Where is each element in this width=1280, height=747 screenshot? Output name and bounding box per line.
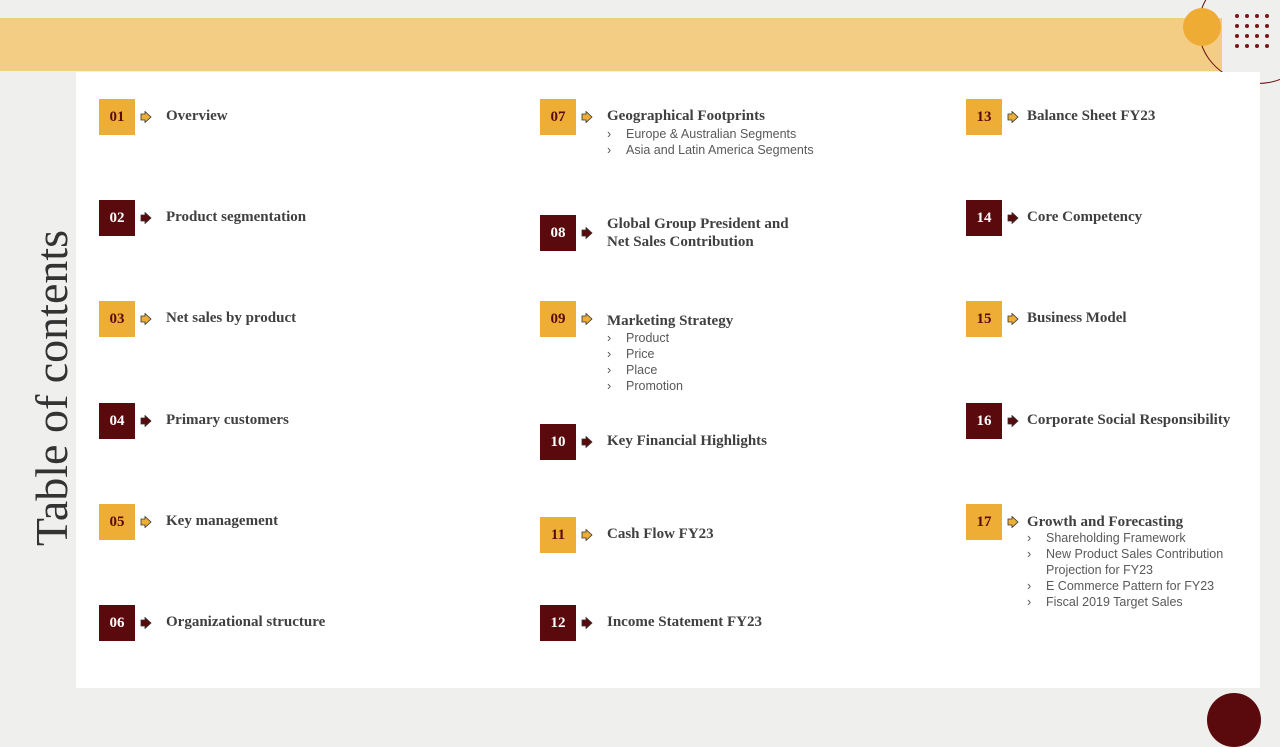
item-title: Cash Flow FY23 xyxy=(607,526,714,542)
item-number-badge: 03 xyxy=(99,301,135,337)
page-title: Table of contents xyxy=(26,229,77,547)
item-title: Corporate Social Responsibility xyxy=(1027,412,1231,428)
subitem-list: › Shareholding Framework › New Product Sal… xyxy=(1027,530,1223,610)
item-number-badge: 05 xyxy=(99,504,135,540)
item-number-badge: 10 xyxy=(540,424,576,460)
arrow-right-icon xyxy=(581,227,593,239)
arrow-right-icon xyxy=(581,436,593,448)
item-number-badge: 13 xyxy=(966,99,1002,135)
arrow-right-icon xyxy=(581,529,593,541)
item-title: Organizational structure xyxy=(166,614,326,630)
item-title: Growth and Forecasting xyxy=(1027,514,1184,530)
chevron-right-icon: › xyxy=(1027,595,1032,609)
arrow-right-icon xyxy=(581,313,593,325)
item-title: Overview xyxy=(166,108,228,124)
subitem-list: › Europe & Australian Segments › Asia and … xyxy=(607,126,814,158)
decorative-circle xyxy=(1183,8,1221,46)
chevron-right-icon: › xyxy=(607,379,612,393)
arrow-right-icon xyxy=(140,516,152,528)
arrow-right-icon xyxy=(140,617,152,629)
subitem: › Fiscal 2019 Target Sales xyxy=(1027,595,1183,609)
item-number-badge: 04 xyxy=(99,403,135,439)
item-number-badge: 02 xyxy=(99,200,135,236)
chevron-right-icon: › xyxy=(1027,531,1032,545)
item-title: Income Statement FY23 xyxy=(607,614,762,630)
top-banner xyxy=(0,18,1222,71)
arrow-right-icon xyxy=(581,617,593,629)
chevron-right-icon: › xyxy=(607,331,612,345)
item-number-badge: 14 xyxy=(966,200,1002,236)
item-title: Net sales by product xyxy=(166,310,297,326)
subitem: › E Commerce Pattern for FY23 xyxy=(1027,579,1215,593)
item-number-badge: 16 xyxy=(966,403,1002,439)
item-title: Product segmentation xyxy=(166,209,307,225)
arrow-right-icon xyxy=(1007,111,1019,123)
chevron-right-icon: › xyxy=(607,143,612,157)
arrow-right-icon xyxy=(140,212,152,224)
item-title: Key Financial Highlights xyxy=(607,433,768,449)
subitem: › Price xyxy=(607,347,655,361)
item-number-badge: 01 xyxy=(99,99,135,135)
item-title: Global Group President and Net Sales Con… xyxy=(607,216,789,250)
chevron-right-icon: › xyxy=(1027,547,1032,561)
item-title: Core Competency xyxy=(1027,209,1143,225)
chevron-right-icon: › xyxy=(607,347,612,361)
chevron-right-icon: › xyxy=(607,363,612,377)
chevron-right-icon: › xyxy=(607,127,612,141)
item-title: Marketing Strategy xyxy=(607,313,734,329)
arrow-right-icon xyxy=(140,415,152,427)
decorative-circle-bottom xyxy=(1207,693,1261,747)
item-number-badge: 12 xyxy=(540,605,576,641)
arrow-right-icon xyxy=(140,111,152,123)
item-title: Balance Sheet FY23 xyxy=(1027,108,1156,124)
subitem: › Shareholding Framework xyxy=(1027,531,1186,545)
item-number-badge: 11 xyxy=(540,517,576,553)
item-title: Key management xyxy=(166,513,279,529)
arrow-right-icon xyxy=(1007,313,1019,325)
arrow-right-icon xyxy=(1007,516,1019,528)
decorative-dot-grid xyxy=(1235,14,1269,48)
item-title: Primary customers xyxy=(166,412,289,428)
item-number-badge: 08 xyxy=(540,215,576,251)
item-number-badge: 15 xyxy=(966,301,1002,337)
arrow-right-icon xyxy=(1007,415,1019,427)
subitem: › Product xyxy=(607,331,670,345)
subitem: › New Product Sales Contribution xyxy=(1027,547,1224,561)
item-number-badge: 09 xyxy=(540,301,576,337)
arrow-right-icon xyxy=(1007,212,1019,224)
subitem: ›Projection for FY23 xyxy=(1046,563,1153,577)
subitem: › Place xyxy=(607,363,658,377)
item-number-badge: 07 xyxy=(540,99,576,135)
subitem: › Europe & Australian Segments xyxy=(607,127,797,141)
item-title: Business Model xyxy=(1027,310,1127,326)
item-number-badge: 17 xyxy=(966,504,1002,540)
item-number-badge: 06 xyxy=(99,605,135,641)
item-title: Geographical Footprints xyxy=(607,108,765,124)
arrow-right-icon xyxy=(140,313,152,325)
subitem: › Asia and Latin America Segments xyxy=(607,143,814,157)
arrow-right-icon xyxy=(581,111,593,123)
chevron-right-icon: › xyxy=(1027,579,1032,593)
subitem: › Promotion xyxy=(607,379,683,393)
subitem-list: › Product › Price › Place › Promotion xyxy=(607,330,683,394)
